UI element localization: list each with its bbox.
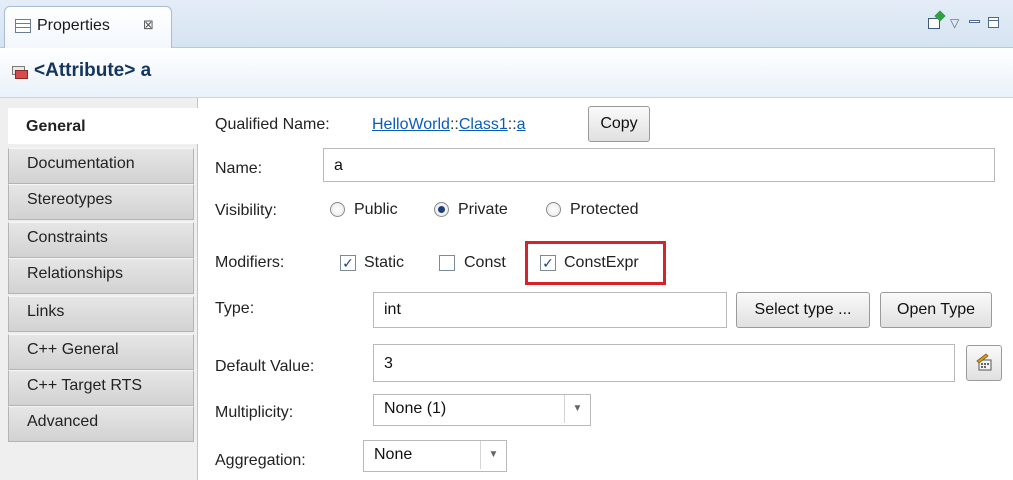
type-label: Type:: [215, 300, 255, 317]
const-checkbox[interactable]: [439, 255, 455, 271]
title-header: [0, 48, 1013, 98]
chevron-down-icon[interactable]: ▼: [480, 441, 506, 469]
expression-editor-button[interactable]: [966, 345, 1002, 381]
qualified-name-value: HelloWorld::Class1::a: [372, 116, 526, 134]
nav-item-cpp-target-rts[interactable]: C++ Target RTS: [8, 370, 194, 406]
constexpr-highlight-box: [525, 241, 666, 285]
qualified-name-link-helloworld[interactable]: HelloWorld: [372, 116, 450, 133]
visibility-public-label[interactable]: Public: [354, 201, 398, 219]
close-icon[interactable]: ⊠: [143, 17, 154, 33]
name-label: Name:: [215, 160, 263, 177]
visibility-protected-label[interactable]: Protected: [570, 201, 638, 219]
visibility-protected-radio[interactable]: [546, 202, 561, 217]
aggregation-value: None: [374, 446, 413, 463]
maximize-icon[interactable]: [986, 14, 1004, 32]
section-nav: General Documentation Stereotypes Constr…: [0, 98, 200, 480]
properties-tab-label: Properties: [37, 17, 110, 34]
static-checkbox[interactable]: ✓: [340, 255, 356, 271]
aggregation-label: Aggregation:: [215, 452, 306, 469]
qualified-name-separator: ::: [507, 116, 517, 133]
properties-view-tab[interactable]: Properties ⊠: [4, 6, 172, 48]
multiplicity-label: Multiplicity:: [215, 404, 294, 421]
visibility-private-label[interactable]: Private: [458, 201, 508, 219]
attribute-icon: [12, 66, 28, 80]
visibility-label: Visibility:: [215, 202, 277, 219]
copy-button[interactable]: Copy: [588, 106, 650, 142]
nav-item-advanced[interactable]: Advanced: [8, 406, 194, 442]
qualified-name-label: Qualified Name:: [215, 116, 330, 133]
nav-item-stereotypes[interactable]: Stereotypes: [8, 184, 194, 220]
chevron-down-icon[interactable]: ▼: [564, 395, 590, 423]
qualified-name-link-class1[interactable]: Class1: [459, 116, 508, 133]
multiplicity-combo[interactable]: None (1) ▼: [373, 394, 591, 426]
page-title: <Attribute> a: [34, 60, 152, 81]
type-input[interactable]: int: [373, 292, 727, 328]
view-menu-icon[interactable]: ▽: [950, 16, 959, 30]
expression-editor-icon: [976, 353, 992, 371]
nav-item-relationships[interactable]: Relationships: [8, 258, 194, 294]
nav-item-links[interactable]: Links: [8, 296, 194, 332]
nav-item-cpp-general[interactable]: C++ General: [8, 334, 194, 370]
nav-item-documentation[interactable]: Documentation: [8, 148, 194, 184]
properties-view-icon: [15, 19, 31, 33]
aggregation-combo[interactable]: None ▼: [363, 440, 507, 472]
visibility-private-radio[interactable]: [434, 202, 449, 217]
multiplicity-value: None (1): [384, 400, 447, 417]
qualified-name-separator: ::: [449, 116, 459, 133]
modifiers-label: Modifiers:: [215, 254, 285, 271]
static-label[interactable]: Static: [364, 254, 404, 272]
nav-item-constraints[interactable]: Constraints: [8, 222, 194, 258]
new-view-icon[interactable]: [926, 10, 946, 32]
visibility-public-radio[interactable]: [330, 202, 345, 217]
const-label[interactable]: Const: [464, 254, 506, 272]
qualified-name-link-a[interactable]: a: [517, 116, 526, 133]
nav-item-general[interactable]: General: [8, 108, 200, 144]
select-type-button[interactable]: Select type ...: [736, 292, 870, 328]
open-type-button[interactable]: Open Type: [880, 292, 992, 328]
minimize-icon[interactable]: [966, 14, 984, 32]
default-value-label: Default Value:: [215, 358, 315, 375]
name-input[interactable]: a: [323, 148, 995, 182]
default-value-input[interactable]: 3: [373, 344, 955, 382]
